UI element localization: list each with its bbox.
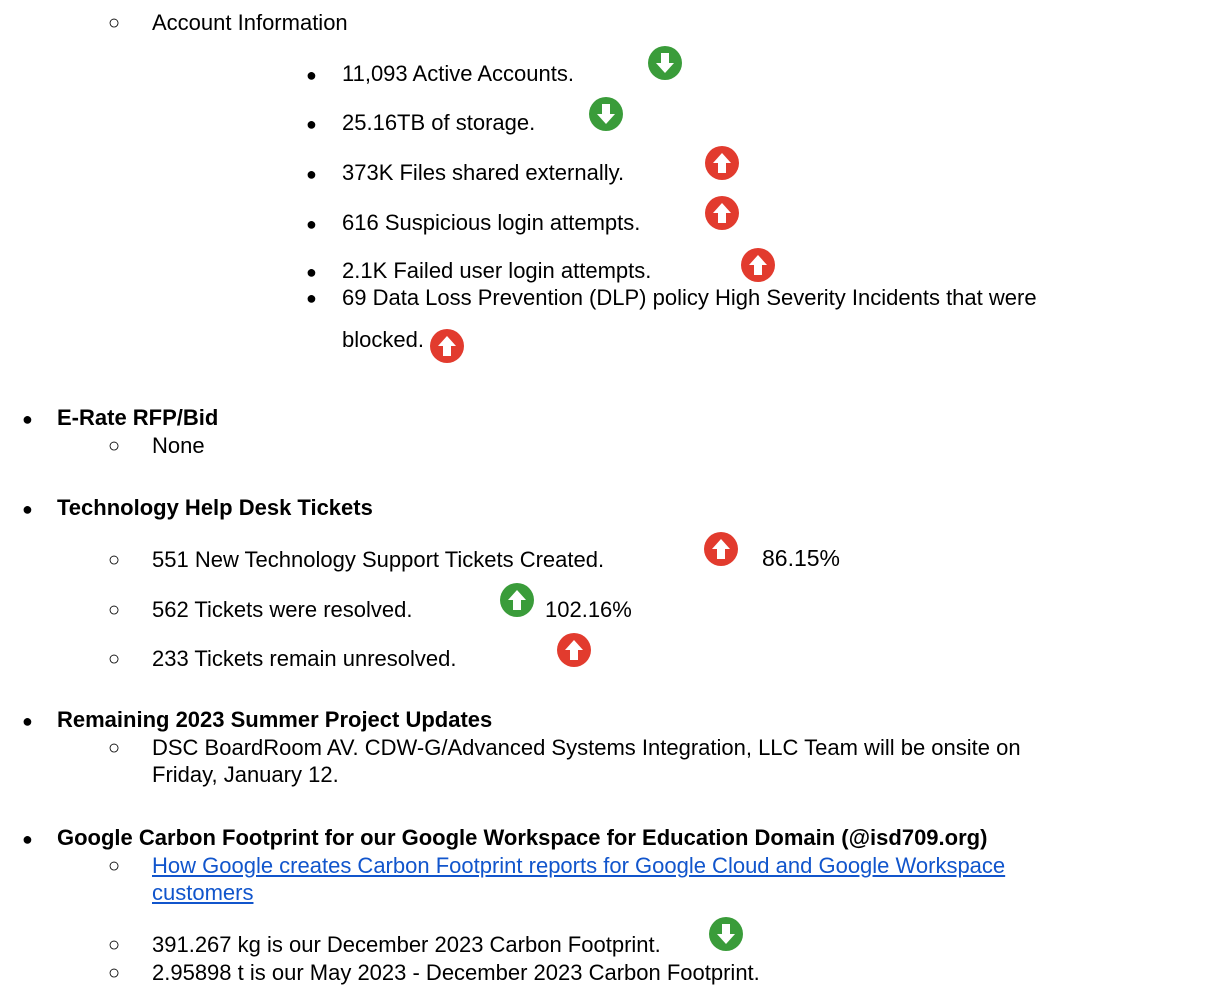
list-item: 2.95898 t is our May 2023 - December 202…: [152, 960, 760, 985]
summer-heading: Remaining 2023 Summer Project Updates: [57, 707, 493, 732]
list-item: 25.16TB of storage.: [342, 110, 536, 135]
list-item: 373K Files shared externally.: [342, 160, 625, 185]
circle-bullet: ○: [108, 934, 121, 956]
disc-bullet: ●: [306, 262, 317, 282]
arrow-up-icon: [557, 633, 591, 667]
carbon-report-link[interactable]: How Google creates Carbon Footprint repo…: [152, 853, 1005, 879]
disc-bullet: ●: [22, 499, 33, 519]
list-item: 69 Data Loss Prevention (DLP) policy Hig…: [342, 285, 1037, 310]
circle-bullet: ○: [108, 962, 121, 984]
carbon-heading: Google Carbon Footprint for our Google W…: [57, 825, 988, 850]
circle-bullet: ○: [108, 435, 121, 457]
disc-bullet: ●: [22, 829, 33, 849]
percent-value: 86.15%: [762, 545, 841, 571]
list-item: DSC BoardRoom AV. CDW-G/Advanced Systems…: [152, 735, 1021, 760]
list-item-continuation: Friday, January 12.: [152, 762, 339, 787]
circle-bullet: ○: [108, 599, 121, 621]
circle-bullet: ○: [108, 855, 121, 877]
list-item: None: [152, 433, 205, 458]
circle-bullet: ○: [108, 737, 121, 759]
erate-heading: E-Rate RFP/Bid: [57, 405, 219, 430]
arrow-down-icon: [709, 917, 743, 951]
list-item: 391.267 kg is our December 2023 Carbon F…: [152, 932, 661, 957]
list-item: 11,093 Active Accounts.: [342, 61, 574, 86]
list-item: 562 Tickets were resolved.: [152, 597, 413, 622]
arrow-up-icon: [430, 329, 464, 363]
account-heading: Account Information: [152, 10, 348, 35]
arrow-down-icon: [589, 97, 623, 131]
list-item-continuation: blocked.: [342, 327, 424, 352]
disc-bullet: ●: [306, 214, 317, 234]
arrow-up-icon: [500, 583, 534, 617]
arrow-up-icon: [704, 532, 738, 566]
arrow-up-icon: [705, 196, 739, 230]
list-item: 233 Tickets remain unresolved.: [152, 646, 457, 671]
arrow-down-icon: [648, 46, 682, 80]
disc-bullet: ●: [22, 711, 33, 731]
list-item: 551 New Technology Support Tickets Creat…: [152, 547, 605, 572]
circle-bullet: ○: [108, 12, 121, 34]
helpdesk-heading: Technology Help Desk Tickets: [57, 495, 373, 520]
disc-bullet: ●: [306, 288, 317, 308]
disc-bullet: ●: [306, 114, 317, 134]
arrow-up-icon: [741, 248, 775, 282]
arrow-up-icon: [705, 146, 739, 180]
disc-bullet: ●: [22, 409, 33, 429]
disc-bullet: ●: [306, 65, 317, 85]
circle-bullet: ○: [108, 648, 121, 670]
percent-value: 102.16%: [545, 597, 632, 622]
list-item: 2.1K Failed user login attempts.: [342, 258, 652, 283]
circle-bullet: ○: [108, 549, 121, 571]
disc-bullet: ●: [306, 164, 317, 184]
carbon-report-link-continuation[interactable]: customers: [152, 880, 253, 906]
list-item: 616 Suspicious login attempts.: [342, 210, 641, 235]
